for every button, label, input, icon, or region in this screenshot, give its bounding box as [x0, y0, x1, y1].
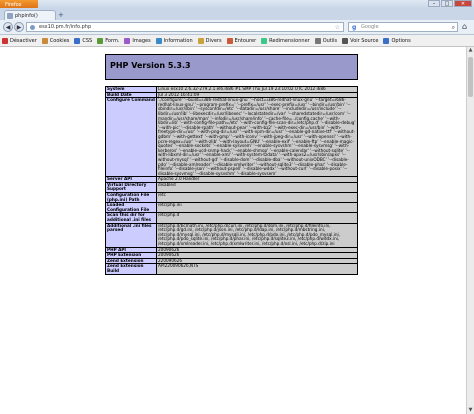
forward-button[interactable]: ▶ — [14, 22, 24, 32]
google-icon[interactable]: g — [352, 23, 356, 32]
toolbar-item-d-sactiver[interactable]: Désactiver — [2, 37, 37, 44]
bookmark-star-icon[interactable]: ☆ — [335, 23, 340, 32]
table-row: Loaded Configuration File/etc/php.ini — [105, 202, 358, 214]
globe-icon — [30, 25, 35, 30]
cookie-icon — [41, 37, 48, 44]
toolbar-item-images[interactable]: Images — [124, 37, 151, 44]
toolbar-item-label: Entourer — [234, 37, 257, 44]
table-row: Configure Command './configure' '--build=… — [105, 97, 358, 178]
misc-icon — [197, 37, 204, 44]
row-key: Scan this dir for additional .ini files — [105, 212, 157, 224]
tools-icon — [314, 37, 321, 44]
table-row: Additional .ini files parsed/etc/php.d/b… — [105, 222, 358, 248]
no-entry-icon — [2, 37, 8, 44]
source-icon — [342, 37, 349, 44]
new-tab-button[interactable]: + — [58, 11, 64, 19]
row-value: /etc/php.ini — [156, 202, 358, 214]
toolbar-item-css[interactable]: CSS — [74, 37, 93, 44]
row-value: /etc/php.d/bcmath.ini, /etc/php.d/curl.i… — [156, 222, 358, 248]
page-content: PHP Version 5.3.3 System Linux esx10 2.6.… — [0, 47, 466, 414]
row-key: Virtual Directory Support — [105, 181, 157, 194]
home-icon[interactable]: ⌂ — [462, 22, 467, 32]
toolbar-item-label: Options — [391, 37, 411, 44]
toolbar-item-label: Divers — [205, 37, 222, 44]
toolbar-item-label: CSS — [82, 37, 93, 44]
scrollbar-thumb[interactable] — [468, 57, 473, 97]
toolbar-item-label: Information — [163, 37, 193, 44]
toolbar-item-cookies[interactable]: Cookies — [41, 37, 70, 44]
scroll-down-icon[interactable]: ▼ — [467, 407, 474, 414]
css-icon — [74, 37, 81, 44]
table-row: Virtual Directory Support disabled — [105, 181, 358, 194]
navigation-bar: ◀ ▶ esx10.pm.fr/info.php ☆ g Google ⌕ ⌂ — [0, 20, 474, 35]
toolbar-item-options[interactable]: Options — [383, 37, 411, 44]
tab-title: phpinfo() — [15, 13, 38, 19]
tab-phpinfo[interactable]: phpinfo() — [4, 10, 56, 20]
row-value: './configure' '--build=i386-redhat-linux… — [156, 97, 358, 178]
page-title: PHP Version 5.3.3 — [110, 61, 191, 70]
toolbar-item-entourer[interactable]: Entourer — [226, 37, 257, 44]
row-key: Zend Extension Build — [105, 263, 157, 275]
info-icon — [155, 37, 162, 44]
toolbar-item-label: Désactiver — [10, 37, 37, 44]
row-value: disabled — [156, 181, 358, 194]
url-bar[interactable]: esx10.pm.fr/info.php ☆ — [26, 22, 344, 32]
row-key: Additional .ini files parsed — [105, 222, 157, 248]
toolbar-item-information[interactable]: Information — [155, 37, 193, 44]
toolbar-item-label: Cookies — [49, 37, 70, 44]
back-arrow-icon: ◀ — [5, 24, 11, 31]
close-button[interactable]: ✕ — [454, 0, 472, 7]
toolbar-item-label: Outils — [322, 37, 338, 44]
vertical-scrollbar[interactable]: ▲ ▼ — [466, 47, 474, 414]
page-favicon-icon — [7, 13, 13, 19]
toolbar-item-outils[interactable]: Outils — [314, 37, 338, 44]
toolbar-item-voir-source[interactable]: Voir Source — [342, 37, 379, 44]
table-row: Zend Extension Build API220090626,NTS — [105, 263, 358, 275]
search-input[interactable]: g Google ⌕ — [348, 22, 458, 32]
row-key: Configuration File (php.ini) Path — [105, 192, 157, 204]
image-icon — [124, 37, 131, 44]
maximize-button[interactable]: □ — [441, 0, 453, 7]
table-row: Configuration File (php.ini) Path/etc — [105, 192, 358, 204]
window-controls: – □ ✕ — [428, 0, 472, 7]
options-icon — [383, 37, 390, 44]
toolbar-item-divers[interactable]: Divers — [197, 37, 222, 44]
web-developer-toolbar: Désactiver Cookies CSS Form. Images Informati… — [0, 35, 474, 47]
row-key: Configure Command — [105, 97, 157, 178]
toolbar-item-label: Images — [132, 37, 151, 44]
toolbar-item-label: Voir Source — [350, 37, 379, 44]
php-header-box: PHP Version 5.3.3 — [105, 54, 358, 80]
forward-arrow-icon: ▶ — [16, 24, 22, 31]
toolbar-item-label: Redimensionner — [269, 37, 310, 44]
resize-icon — [261, 37, 268, 44]
toolbar-item-form[interactable]: Form. — [97, 37, 120, 44]
search-icon[interactable]: ⌕ — [452, 23, 455, 32]
minimize-button[interactable]: – — [428, 0, 440, 7]
window-titlebar: Firefox – □ ✕ — [0, 0, 474, 10]
toolbar-item-label: Form. — [105, 37, 120, 44]
php-info-table: System Linux esx10 2.6.32-279.2.1.el6.i68… — [105, 86, 358, 275]
row-key: Loaded Configuration File — [105, 202, 157, 214]
url-text: esx10.pm.fr/info.php — [39, 24, 92, 30]
scroll-up-icon[interactable]: ▲ — [467, 47, 474, 54]
form-icon — [97, 37, 104, 44]
row-value: API220090626,NTS — [156, 263, 358, 275]
outline-icon — [226, 37, 233, 44]
row-value: /etc — [156, 192, 358, 204]
table-row: Scan this dir for additional .ini files /… — [105, 212, 358, 224]
back-button[interactable]: ◀ — [3, 22, 13, 32]
search-placeholder: Google — [361, 24, 379, 30]
tab-strip: phpinfo() + — [0, 8, 474, 20]
row-value: /etc/php.d — [156, 212, 358, 224]
toolbar-item-redimensionner[interactable]: Redimensionner — [261, 37, 310, 44]
